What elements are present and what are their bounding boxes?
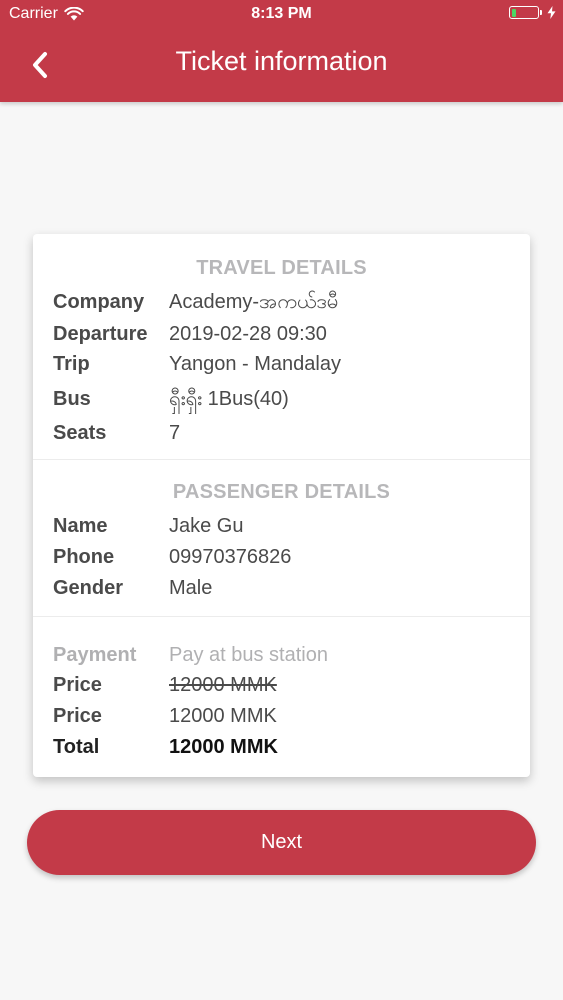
trip-label: Trip — [53, 353, 90, 375]
original-price-value: 12000 MMK — [169, 674, 277, 696]
phone-value: 09970376826 — [169, 546, 292, 568]
gender-row: Gender Male — [53, 574, 513, 602]
name-value: Jake Gu — [169, 515, 244, 537]
departure-label: Departure — [53, 323, 148, 345]
battery-indicator — [509, 6, 556, 19]
company-value: Academy-အကယ်ဒမီ — [169, 291, 339, 313]
status-time: 8:13 PM — [251, 5, 312, 22]
section-divider — [33, 616, 530, 617]
app-header: Carrier 8:13 PM Ticket information — [0, 0, 563, 102]
gender-label: Gender — [53, 577, 124, 599]
name-row: Name Jake Gu — [53, 512, 513, 540]
section-divider — [33, 459, 530, 460]
original-price-label: Price — [53, 674, 102, 696]
page-title: Ticket information — [175, 46, 388, 76]
ticket-card: TRAVEL DETAILS Company Academy-အကယ်ဒမီ D… — [33, 234, 530, 777]
price-value: 12000 MMK — [169, 705, 277, 727]
trip-row: Trip Yangon - Mandalay — [53, 350, 513, 378]
price-label: Price — [53, 705, 102, 727]
bus-row: Bus ရှီးရှီး 1Bus(40) — [53, 385, 513, 413]
company-label: Company — [53, 291, 145, 313]
bus-value: ရှီးရှီး 1Bus(40) — [169, 388, 289, 410]
battery-fill — [511, 8, 517, 17]
gender-value: Male — [169, 577, 213, 599]
next-button[interactable]: Next — [27, 810, 536, 875]
battery-tip — [540, 10, 542, 15]
trip-value: Yangon - Mandalay — [169, 353, 341, 375]
bus-label: Bus — [53, 388, 91, 410]
payment-method-value: Pay at bus station — [169, 644, 328, 666]
company-row: Company Academy-အကယ်ဒမီ — [53, 288, 513, 316]
total-row: Total 12000 MMK — [53, 733, 513, 761]
passenger-details-title: PASSENGER DETAILS — [172, 481, 391, 503]
departure-value: 2019-02-28 09:30 — [169, 323, 327, 345]
seats-value: 7 — [169, 422, 181, 444]
status-bar: Carrier 8:13 PM — [0, 0, 563, 30]
seats-row: Seats 7 — [53, 419, 513, 447]
seats-label: Seats — [53, 422, 107, 444]
phone-row: Phone 09970376826 — [53, 543, 513, 571]
battery-icon — [509, 6, 539, 19]
total-value: 12000 MMK — [169, 736, 278, 758]
price-row: Price 12000 MMK — [53, 702, 513, 730]
payment-method-row: Payment Pay at bus station — [53, 641, 513, 669]
charging-bolt-icon — [547, 6, 556, 19]
departure-row: Departure 2019-02-28 09:30 — [53, 320, 513, 348]
name-label: Name — [53, 515, 108, 537]
total-label: Total — [53, 736, 100, 758]
payment-method-label: Payment — [53, 644, 137, 666]
travel-details-title: TRAVEL DETAILS — [196, 257, 367, 279]
original-price-row: Price 12000 MMK — [53, 671, 513, 699]
phone-label: Phone — [53, 546, 115, 568]
